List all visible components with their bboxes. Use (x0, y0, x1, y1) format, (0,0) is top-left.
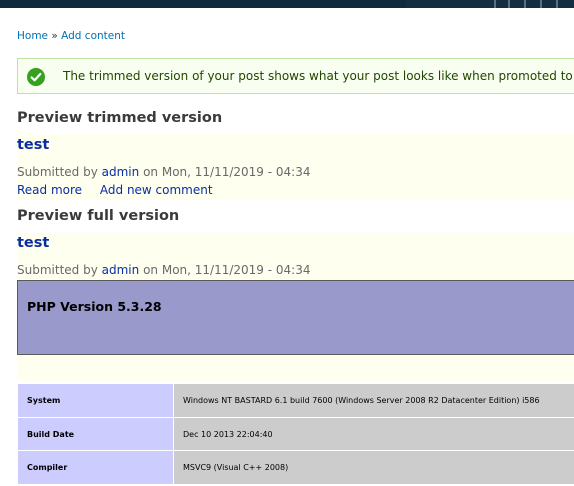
php-version-title: PHP Version 5.3.28 (27, 299, 162, 314)
trimmed-submitted-info: Submitted by admin on Mon, 11/11/2019 - … (17, 165, 310, 179)
status-message-text: The trimmed version of your post shows w… (63, 69, 574, 83)
full-node-title[interactable]: test (17, 235, 49, 251)
submitted-date: on Mon, 11/11/2019 - 04:34 (143, 263, 311, 277)
submitted-prefix: Submitted by (17, 165, 98, 179)
preview-trimmed-heading: Preview trimmed version (17, 110, 223, 126)
phpinfo-key-cell: Build Date (17, 416, 174, 452)
trimmed-node-preview: test Submitted by admin on Mon, 11/11/20… (17, 134, 574, 200)
phpinfo-value-cell: MSVC9 (Visual C++ 2008) (173, 450, 574, 486)
node-links: Read more Add new comment (17, 183, 227, 197)
checkmark-icon (27, 68, 45, 86)
top-toolbar (0, 0, 574, 8)
phpinfo-key-cell: Compiler (17, 450, 174, 486)
full-submitted-info: Submitted by admin on Mon, 11/11/2019 - … (17, 263, 310, 277)
add-new-comment-link[interactable]: Add new comment (100, 183, 213, 197)
table-row: System Windows NT BASTARD 6.1 build 7600… (17, 383, 574, 418)
trimmed-author-link[interactable]: admin (102, 165, 140, 179)
submitted-prefix: Submitted by (17, 263, 98, 277)
breadcrumb-home-link[interactable]: Home (17, 30, 48, 42)
table-row: Compiler MSVC9 (Visual C++ 2008) (17, 450, 574, 486)
node-body-spacer (17, 356, 574, 382)
phpinfo-table: System Windows NT BASTARD 6.1 build 7600… (17, 383, 574, 486)
submitted-date: on Mon, 11/11/2019 - 04:34 (143, 165, 311, 179)
table-row: Build Date Dec 10 2013 22:04:40 (17, 416, 574, 452)
trimmed-node-title[interactable]: test (17, 137, 49, 153)
phpinfo-key-cell: System (17, 383, 174, 418)
preview-full-heading: Preview full version (17, 208, 180, 224)
breadcrumb-separator: » (51, 30, 58, 42)
status-message: The trimmed version of your post shows w… (17, 58, 574, 94)
full-node-preview: test Submitted by admin on Mon, 11/11/20… (17, 233, 574, 279)
full-author-link[interactable]: admin (102, 263, 140, 277)
breadcrumb: Home » Add content (17, 30, 125, 42)
read-more-link[interactable]: Read more (17, 183, 82, 197)
phpinfo-header: PHP Version 5.3.28 (17, 280, 574, 355)
toolbar-right-area (406, 0, 574, 8)
phpinfo-value-cell: Windows NT BASTARD 6.1 build 7600 (Windo… (173, 383, 574, 418)
phpinfo-value-cell: Dec 10 2013 22:04:40 (173, 416, 574, 452)
breadcrumb-add-content-link[interactable]: Add content (61, 30, 125, 42)
